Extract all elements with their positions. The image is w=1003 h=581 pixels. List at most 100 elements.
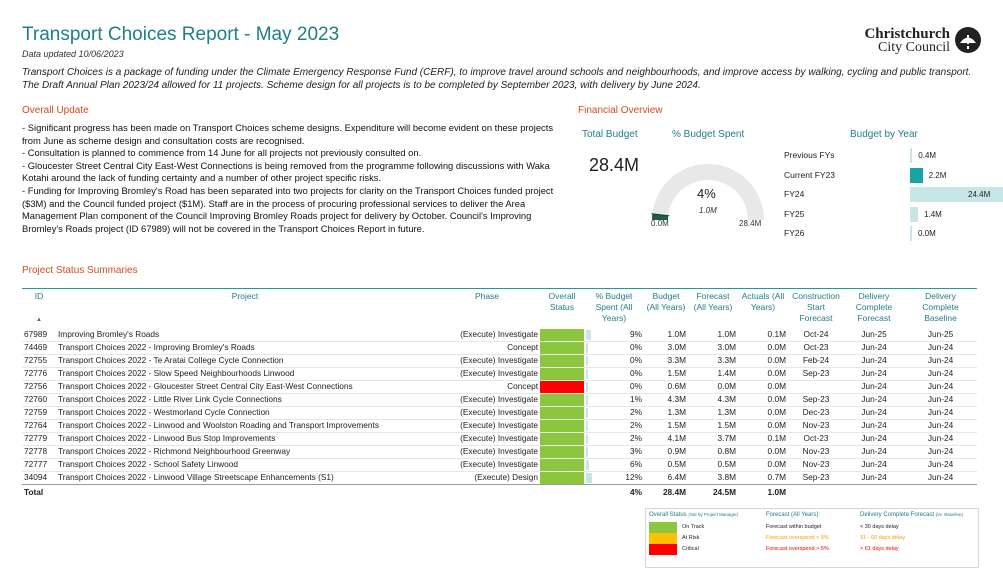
row-id: 67989	[24, 329, 48, 340]
row-project: Transport Choices 2022 - Gloucester Stre…	[58, 381, 353, 392]
col-header-phase[interactable]: Phase	[434, 289, 540, 330]
row-phase: (Execute) Investigate	[460, 329, 538, 340]
row-project: Transport Choices 2022 - Linwood Village…	[58, 472, 334, 483]
row-id: 72759	[24, 407, 48, 418]
pct-spent-bar	[586, 356, 588, 366]
table-row[interactable]: 34094 Transport Choices 2022 - Linwood Vi…	[22, 472, 977, 485]
table-row[interactable]: 72776 Transport Choices 2022 - Slow Speed…	[22, 368, 977, 381]
row-delivery-forecast: Jun-24	[861, 342, 887, 353]
row-status	[540, 381, 584, 394]
col-header-project[interactable]: Project	[56, 289, 434, 330]
row-pct-spent: 2%	[584, 407, 644, 420]
row-actuals: 0.0M	[767, 381, 786, 392]
table-row[interactable]: 72756 Transport Choices 2022 - Gloucester…	[22, 381, 977, 394]
project-status-heading: Project Status Summaries	[22, 265, 138, 276]
row-id: 72779	[24, 433, 48, 444]
table-row[interactable]: 74469 Transport Choices 2022 - Improving …	[22, 342, 977, 355]
pct-spent-bar	[586, 460, 589, 470]
budget-year-bar[interactable]	[910, 226, 912, 241]
council-logo: Christchurch City Council	[842, 26, 992, 56]
row-construction-start: Oct-23	[803, 342, 829, 353]
row-pct-spent: 12%	[584, 472, 644, 485]
col-header-actuals[interactable]: Actuals (All Years)	[738, 289, 788, 330]
row-pct-spent: 0%	[584, 368, 644, 381]
row-project: Transport Choices 2022 - School Safety L…	[58, 459, 239, 470]
row-construction-start: Oct-23	[803, 433, 829, 444]
row-project: Transport Choices 2022 - Te Aratai Colle…	[58, 355, 284, 366]
table-row[interactable]: 72759 Transport Choices 2022 - Westmorlan…	[22, 407, 977, 420]
col-header-status[interactable]: Overall Status	[540, 289, 584, 330]
legend-status-label: Critical	[682, 546, 699, 552]
row-budget: 1.0M	[667, 329, 686, 340]
row-delivery-baseline: Jun-24	[927, 368, 954, 379]
col-header-delivery-baseline[interactable]: Delivery Complete Baseline	[904, 289, 977, 330]
row-delivery-forecast: Jun-24	[861, 355, 887, 366]
row-budget: 4.3M	[667, 394, 686, 405]
table-row[interactable]: 67989 Improving Bromley's Roads (Execute) …	[22, 329, 977, 342]
row-construction-start: Nov-23	[802, 459, 830, 470]
col-header-pct-spent[interactable]: % Budget Spent (All Years)	[584, 289, 644, 330]
row-phase: (Execute) Investigate	[460, 420, 538, 431]
row-actuals: 0.0M	[767, 420, 786, 431]
table-total-row: Total 4% 28.4M 24.5M 1.0M	[22, 484, 977, 499]
update-paragraph: - Gloucester Street Central City East-We…	[22, 159, 550, 184]
gauge-max-label: 28.4M	[739, 219, 762, 228]
col-header-construction-start[interactable]: Construction Start Forecast	[788, 289, 844, 330]
row-pct-spent: 3%	[584, 446, 644, 459]
row-construction-start: Oct-24	[803, 329, 829, 340]
col-header-forecast[interactable]: Forecast (All Years)	[688, 289, 738, 330]
row-budget: 1.5M	[667, 420, 686, 431]
total-budget-label: Total Budget	[582, 129, 638, 140]
budget-year-bar[interactable]	[910, 167, 923, 183]
row-delivery-baseline: Jun-24	[927, 420, 954, 431]
total-forecast: 24.5M	[688, 484, 738, 499]
row-delivery-baseline: Jun-24	[927, 407, 954, 418]
table-row[interactable]: 72764 Transport Choices 2022 - Linwood an…	[22, 420, 977, 433]
total-label: Total	[22, 484, 56, 499]
row-pct-spent: 0%	[584, 381, 644, 394]
row-project: Transport Choices 2022 - Linwood and Woo…	[58, 420, 379, 431]
pct-spent-bar	[586, 369, 588, 379]
legend-swatch	[649, 544, 677, 555]
status-indicator	[540, 394, 584, 406]
row-actuals: 0.0M	[767, 394, 786, 405]
status-indicator	[540, 433, 584, 445]
row-construction-start: Sep-23	[802, 394, 830, 405]
row-delivery-baseline: Jun-24	[927, 459, 954, 470]
status-indicator	[540, 459, 584, 471]
col-header-budget[interactable]: Budget (All Years)	[644, 289, 688, 330]
legend-forecast-label: Forecast overspend < 5%	[766, 535, 829, 541]
budget-year-bar[interactable]	[910, 148, 913, 163]
status-indicator	[540, 342, 584, 354]
pct-spent-bar	[586, 434, 588, 444]
row-status	[540, 394, 584, 407]
budget-year-value: 1.4M	[924, 209, 942, 219]
table-row[interactable]: 72778 Transport Choices 2022 - Richmond N…	[22, 446, 977, 459]
budget-year-row: Current FY23 2.2M	[784, 166, 984, 184]
row-budget: 0.5M	[667, 459, 686, 470]
row-project: Transport Choices 2022 - Little River Li…	[58, 394, 282, 405]
overall-update-heading: Overall Update	[22, 105, 89, 116]
row-delivery-baseline: Jun-24	[927, 355, 954, 366]
table-row[interactable]: 72755 Transport Choices 2022 - Te Aratai …	[22, 355, 977, 368]
pct-budget-spent-label: % Budget Spent	[672, 129, 745, 140]
table-row[interactable]: 72779 Transport Choices 2022 - Linwood Bu…	[22, 433, 977, 446]
col-header-id[interactable]: ID ▲	[22, 289, 56, 330]
budget-year-bar[interactable]	[910, 206, 919, 222]
row-pct-spent: 0%	[584, 342, 644, 355]
status-indicator	[540, 407, 584, 419]
col-header-delivery-forecast[interactable]: Delivery Complete Forecast	[844, 289, 904, 330]
legend-forecast-title: Forecast (All Years):	[766, 512, 821, 518]
row-phase: (Execute) Design	[474, 472, 538, 483]
row-budget: 0.6M	[667, 381, 686, 392]
row-delivery-forecast: Jun-25	[861, 329, 887, 340]
update-paragraph: - Consultation is planned to commence fr…	[22, 147, 422, 159]
table-row[interactable]: 72760 Transport Choices 2022 - Little Riv…	[22, 394, 977, 407]
legend-delivery-label: > 61 days delay	[860, 546, 899, 552]
table-row[interactable]: 72777 Transport Choices 2022 - School Saf…	[22, 459, 977, 472]
row-forecast: 3.8M	[717, 472, 736, 483]
budget-year-value: 24.4M	[968, 190, 991, 199]
row-status	[540, 459, 584, 472]
status-indicator	[540, 472, 584, 484]
row-id: 72764	[24, 420, 48, 431]
